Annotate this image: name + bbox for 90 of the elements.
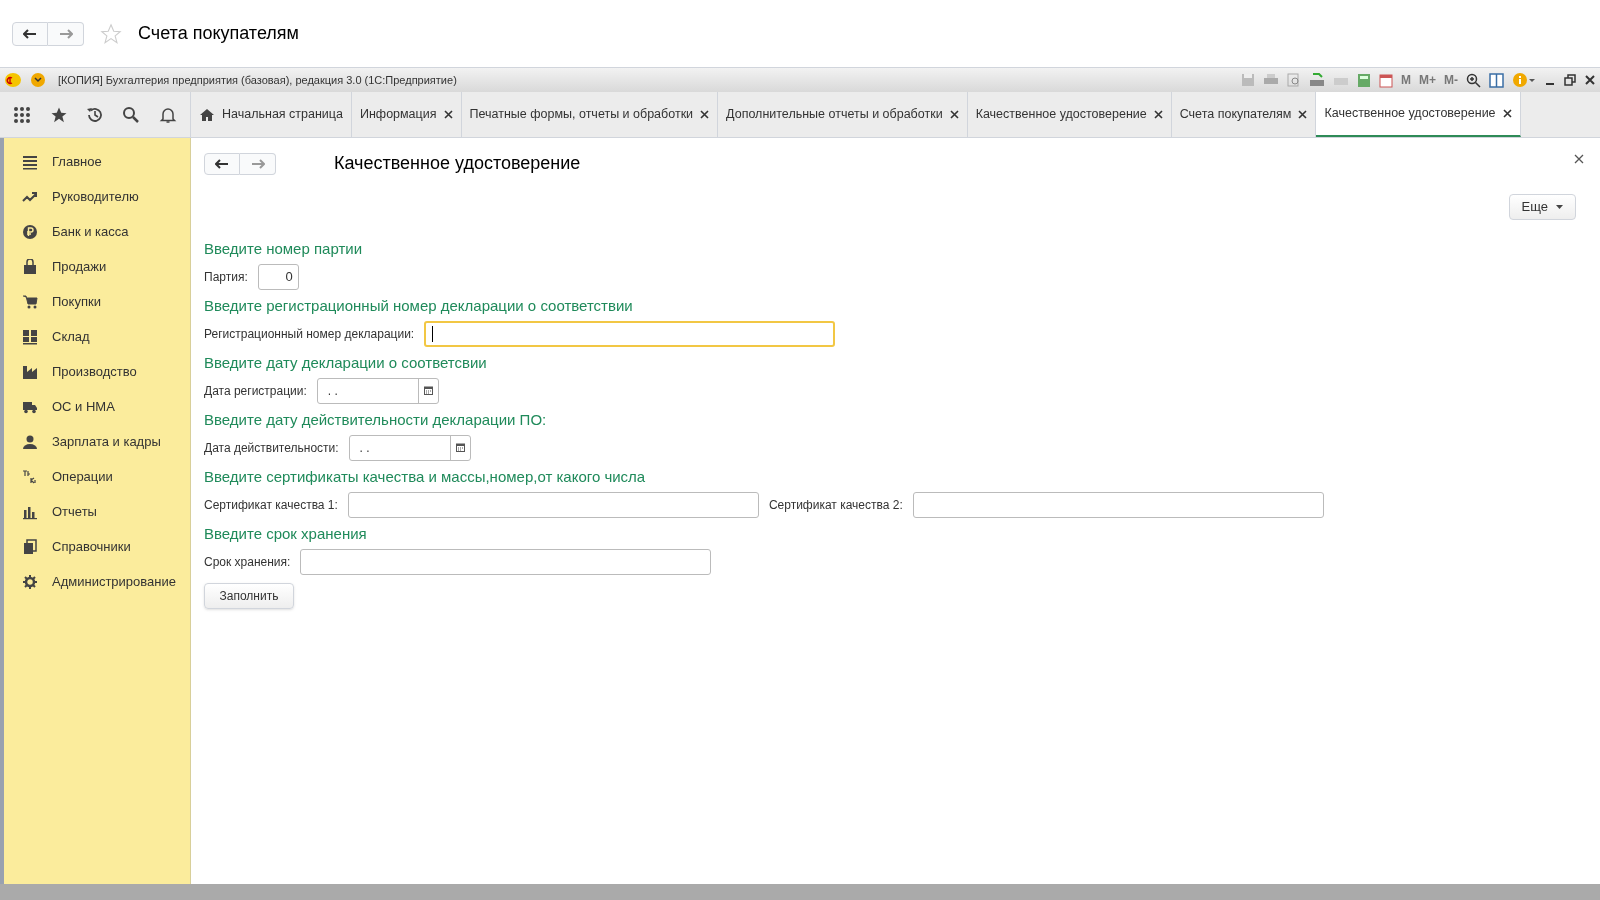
restore-icon[interactable] <box>1564 74 1576 86</box>
text-field[interactable] <box>347 491 759 518</box>
section-heading: Введите сертификаты качества и массы,номер,от какого числа <box>204 467 647 487</box>
info-icon[interactable] <box>1512 72 1536 88</box>
fill-button[interactable]: Заполнить <box>204 583 294 609</box>
sidebar-item[interactable]: Справочники <box>4 529 190 564</box>
memory-button[interactable]: M+ <box>1419 71 1436 89</box>
sidebar-item[interactable]: ОС и НМА <box>4 389 190 424</box>
right-arrow-icon <box>58 28 73 39</box>
back-button[interactable] <box>12 21 48 46</box>
sidebar-item[interactable]: Руководителю <box>4 179 190 214</box>
sidebar-item[interactable]: Зарплата и кадры <box>4 424 190 459</box>
section-heading: Введите номер партии <box>204 239 364 259</box>
sidebar-item[interactable]: Производство <box>4 354 190 389</box>
apps-grid-icon[interactable] <box>13 105 32 124</box>
field-label: Срок хранения: <box>204 553 291 571</box>
field-label: Сертификат качества 1: <box>204 496 338 514</box>
close-icon[interactable] <box>949 110 959 119</box>
form-title: Качественное удостоверение <box>334 152 581 175</box>
page-title: Счета покупателям <box>138 22 299 45</box>
text-field[interactable] <box>912 491 1324 518</box>
right-arrow-icon <box>250 158 265 169</box>
close-icon[interactable] <box>1153 110 1163 119</box>
section-heading: Введите регистрационный номер декларации о соответствии <box>204 296 634 316</box>
tab[interactable]: Информация <box>351 92 462 137</box>
download-icon[interactable] <box>1309 73 1325 87</box>
text-field[interactable] <box>300 548 712 575</box>
text-field[interactable] <box>424 320 836 347</box>
close-icon[interactable] <box>1298 110 1308 119</box>
field-label: Дата регистрации: <box>204 382 307 400</box>
panel-icon[interactable] <box>1489 72 1504 88</box>
field-label: Дата действительности: <box>204 439 339 457</box>
sidebar-item[interactable]: Склад <box>4 319 190 354</box>
shopping-bag-icon <box>22 258 38 275</box>
close-icon[interactable] <box>700 110 710 119</box>
field-label: Регистрационный номер декларации: <box>204 325 415 343</box>
search-icon[interactable] <box>122 105 141 124</box>
calendar-icon[interactable] <box>1379 72 1393 88</box>
date-field[interactable]: . . <box>316 377 439 404</box>
more-button[interactable]: Еще <box>1508 194 1576 220</box>
sidebar-item[interactable]: Банк и касса <box>4 214 190 249</box>
tab[interactable]: Начальная страница <box>191 92 352 137</box>
factory-icon <box>22 363 38 380</box>
calculator-icon[interactable] <box>1357 72 1371 88</box>
left-arrow-icon <box>23 28 37 39</box>
window-title: [КОПИЯ] Бухгалтерия предприятия (базовая), редакция 3.0 (1С:Предприятие) <box>58 72 457 88</box>
warehouse-icon <box>22 328 38 345</box>
home-icon <box>199 107 215 122</box>
sidebar-item[interactable]: Покупки <box>4 284 190 319</box>
preview-icon[interactable] <box>1287 73 1301 87</box>
section-heading: Введите дату декларации о соответсвии <box>204 353 488 373</box>
gear-icon <box>22 573 38 590</box>
debit-credit-icon <box>22 468 38 485</box>
memory-button[interactable]: M- <box>1444 71 1458 89</box>
list-icon <box>22 153 38 170</box>
person-icon <box>22 433 38 450</box>
date-field[interactable]: . . <box>348 434 471 461</box>
bell-icon[interactable] <box>158 105 177 124</box>
logo-icon <box>4 72 22 88</box>
section-heading: Введите дату действительности декларации ПО: <box>204 410 548 430</box>
sidebar-item[interactable]: Продажи <box>4 249 190 284</box>
section-heading: Введите срок хранения <box>204 524 368 544</box>
zoom-icon[interactable] <box>1466 72 1481 88</box>
cart-icon <box>22 293 38 310</box>
memory-button[interactable]: M <box>1401 71 1411 89</box>
tab[interactable]: Качественное удостоверение <box>967 92 1172 137</box>
close-icon[interactable] <box>1574 154 1584 164</box>
star-icon[interactable] <box>100 22 122 45</box>
calendar-icon[interactable] <box>423 386 433 395</box>
tab[interactable]: Печатные формы, отчеты и обработки <box>461 92 719 137</box>
sidebar-item[interactable]: Отчеты <box>4 494 190 529</box>
left-arrow-icon <box>215 158 229 169</box>
books-icon <box>22 538 38 555</box>
close-icon[interactable] <box>1584 74 1596 86</box>
ruble-coin-icon <box>22 223 38 240</box>
history-icon[interactable] <box>85 105 104 124</box>
sidebar-item[interactable]: Администрирование <box>4 564 190 599</box>
sidebar-item[interactable]: Главное <box>4 144 190 179</box>
close-icon[interactable] <box>1502 109 1512 118</box>
caret-icon <box>1556 205 1563 209</box>
field-label: Сертификат качества 2: <box>768 496 903 514</box>
back-button[interactable] <box>204 152 240 175</box>
number-field[interactable]: 0 <box>257 263 299 290</box>
close-icon[interactable] <box>443 110 453 119</box>
calendar-icon[interactable] <box>455 443 465 452</box>
tab[interactable]: Дополнительные отчеты и обработки <box>718 92 968 137</box>
tab[interactable]: Качественное удостоверение <box>1316 92 1521 137</box>
sidebar-item[interactable]: Операции <box>4 459 190 494</box>
field-label: Партия: <box>204 268 248 286</box>
dropdown-icon[interactable] <box>30 72 46 88</box>
